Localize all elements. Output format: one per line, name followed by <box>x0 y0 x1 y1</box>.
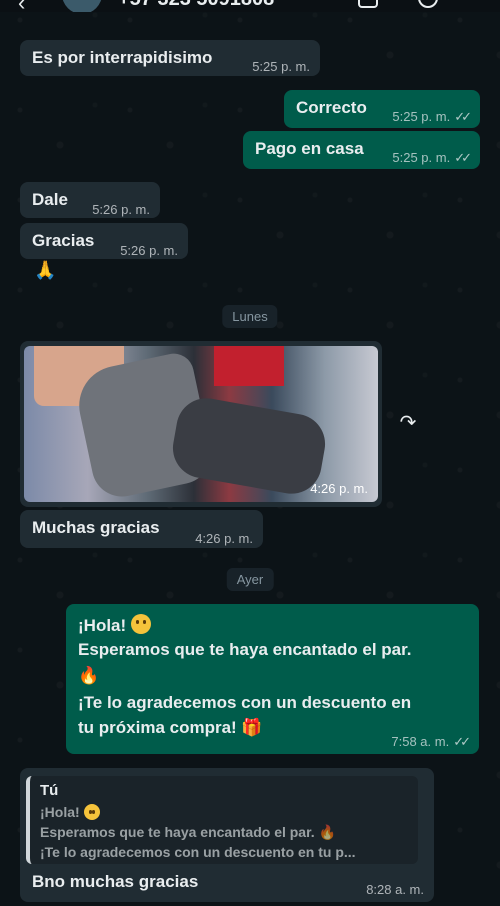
smile-emoji <box>130 614 151 634</box>
message-text: Muchas gracias <box>32 518 160 537</box>
contact-phone[interactable]: +57 323 5091808 <box>118 0 274 11</box>
message-text: Bno muchas gracias <box>32 872 199 891</box>
message-time-status: 5:25 p. m. ✓✓ <box>392 150 472 165</box>
photo-shoe-dark <box>168 393 330 499</box>
day-separator: Ayer <box>226 568 274 591</box>
smile-emoji <box>83 804 100 820</box>
day-separator: Lunes <box>222 305 278 328</box>
message-incoming[interactable]: Dale 5:26 p. m. <box>20 182 160 218</box>
phone-call-icon[interactable] <box>418 0 438 8</box>
shoe-photo[interactable]: 4:26 p. m. <box>24 346 378 502</box>
promo-line-2: Esperamos que te haya encantado el par. <box>78 640 412 659</box>
chat-header: ‹ +57 323 5091808 <box>0 0 500 12</box>
message-incoming[interactable]: Gracias 5:26 p. m. <box>20 223 188 259</box>
forward-icon[interactable]: ↷ <box>393 408 423 438</box>
message-incoming[interactable]: Es por interrapidisimo 5:25 p. m. <box>20 40 320 76</box>
message-time: 5:26 p. m. <box>120 243 178 258</box>
message-time: 4:26 p. m. <box>195 531 253 546</box>
message-time: 5:26 p. m. <box>92 202 150 217</box>
message-text: Pago en casa <box>255 139 364 158</box>
read-ticks-icon: ✓✓ <box>453 734 471 749</box>
message-time: 8:28 a. m. <box>366 882 424 897</box>
message-time-status: 5:25 p. m. ✓✓ <box>392 109 472 124</box>
message-text: Gracias <box>32 231 95 250</box>
quote-line-2: Esperamos que te haya encantado el par. … <box>40 824 336 840</box>
message-time-status: 7:58 a. m. ✓✓ <box>391 734 471 749</box>
quote-author: Tú <box>40 782 59 799</box>
back-arrow-icon[interactable]: ‹ <box>18 0 25 12</box>
message-text: Correcto <box>296 98 367 117</box>
message-outgoing[interactable]: Correcto 5:25 p. m. ✓✓ <box>284 90 480 128</box>
promo-line-1: ¡Hola! <box>78 614 151 636</box>
pray-emoji: 🙏 <box>34 260 57 280</box>
promo-line-3: 🔥 <box>78 666 100 685</box>
message-text: Es por interrapidisimo <box>32 48 213 67</box>
message-incoming[interactable]: Muchas gracias 4:26 p. m. <box>20 510 263 548</box>
promo-line-4: ¡Te lo agradecemos con un descuento en <box>78 693 412 712</box>
quote-line-3: ¡Te lo agradecemos con un descuento en t… <box>40 844 356 860</box>
photo-time: 4:26 p. m. <box>310 481 368 496</box>
message-time: 5:25 p. m. <box>252 59 310 74</box>
message-outgoing-promo[interactable]: ¡Hola! Esperamos que te haya encantado e… <box>66 604 479 754</box>
avatar[interactable] <box>62 0 102 12</box>
promo-line-5: tu próxima compra! 🎁 <box>78 718 263 737</box>
read-ticks-icon: ✓✓ <box>454 109 472 124</box>
read-ticks-icon: ✓✓ <box>454 150 472 165</box>
quoted-message[interactable]: Tú ¡Hola! Esperamos que te haya encantad… <box>26 776 418 864</box>
photo-red-box <box>214 346 284 386</box>
message-text: Dale <box>32 190 68 209</box>
message-outgoing[interactable]: Pago en casa 5:25 p. m. ✓✓ <box>243 131 480 169</box>
video-call-icon[interactable] <box>358 0 378 8</box>
message-emoji[interactable]: 🙏 <box>28 256 62 286</box>
quote-line-1: ¡Hola! <box>40 804 100 820</box>
